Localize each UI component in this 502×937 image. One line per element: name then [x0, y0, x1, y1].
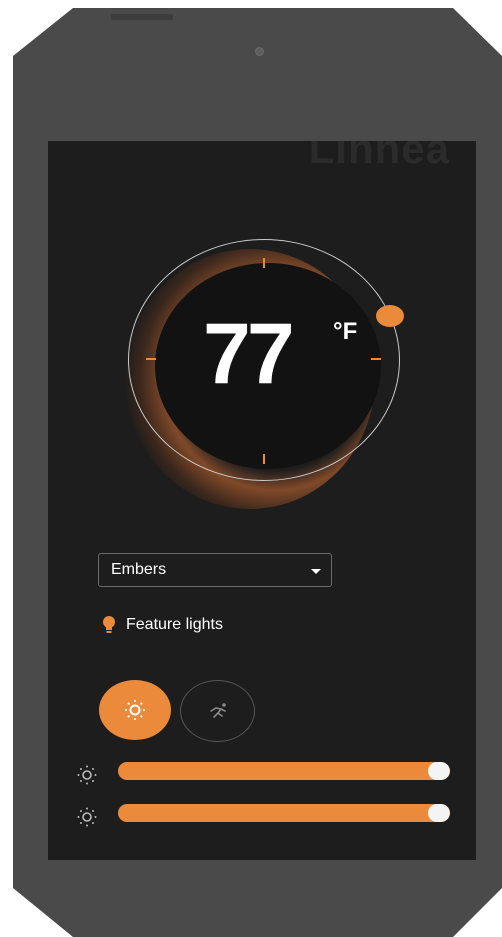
brightness-slider-1[interactable]	[48, 758, 476, 788]
running-person-icon	[209, 703, 226, 718]
dial-tick-left	[146, 358, 156, 360]
slider-track[interactable]	[118, 804, 450, 822]
sun-icon	[124, 699, 146, 721]
light-mode-button[interactable]	[99, 680, 171, 740]
dial-tick-bottom	[263, 454, 265, 464]
feature-lights-toggle[interactable]: Feature lights	[102, 615, 223, 635]
app-screen: Linnea 77 °F Embers Feature lights	[48, 141, 476, 860]
dial-tick-top	[263, 258, 265, 268]
temperature-value: 77	[203, 306, 295, 402]
motion-mode-button[interactable]	[180, 680, 255, 742]
temperature-unit: °F	[333, 318, 358, 345]
slider-thumb[interactable]	[428, 762, 450, 780]
scene-select-value: Embers	[111, 561, 167, 578]
front-camera	[255, 47, 264, 56]
dial-handle[interactable]	[376, 305, 404, 327]
brightness-slider-2[interactable]	[48, 800, 476, 830]
feature-lights-label: Feature lights	[126, 616, 223, 633]
power-button	[111, 14, 173, 20]
slider-thumb[interactable]	[428, 804, 450, 822]
scene-select[interactable]: Embers	[98, 553, 332, 587]
sun-icon	[77, 765, 97, 785]
chevron-down-icon	[311, 569, 321, 574]
dial-tick-right	[371, 358, 381, 360]
sun-icon	[77, 807, 97, 827]
lightbulb-icon	[102, 615, 116, 635]
slider-track[interactable]	[118, 762, 450, 780]
brand-logo: Linnea	[308, 141, 450, 172]
